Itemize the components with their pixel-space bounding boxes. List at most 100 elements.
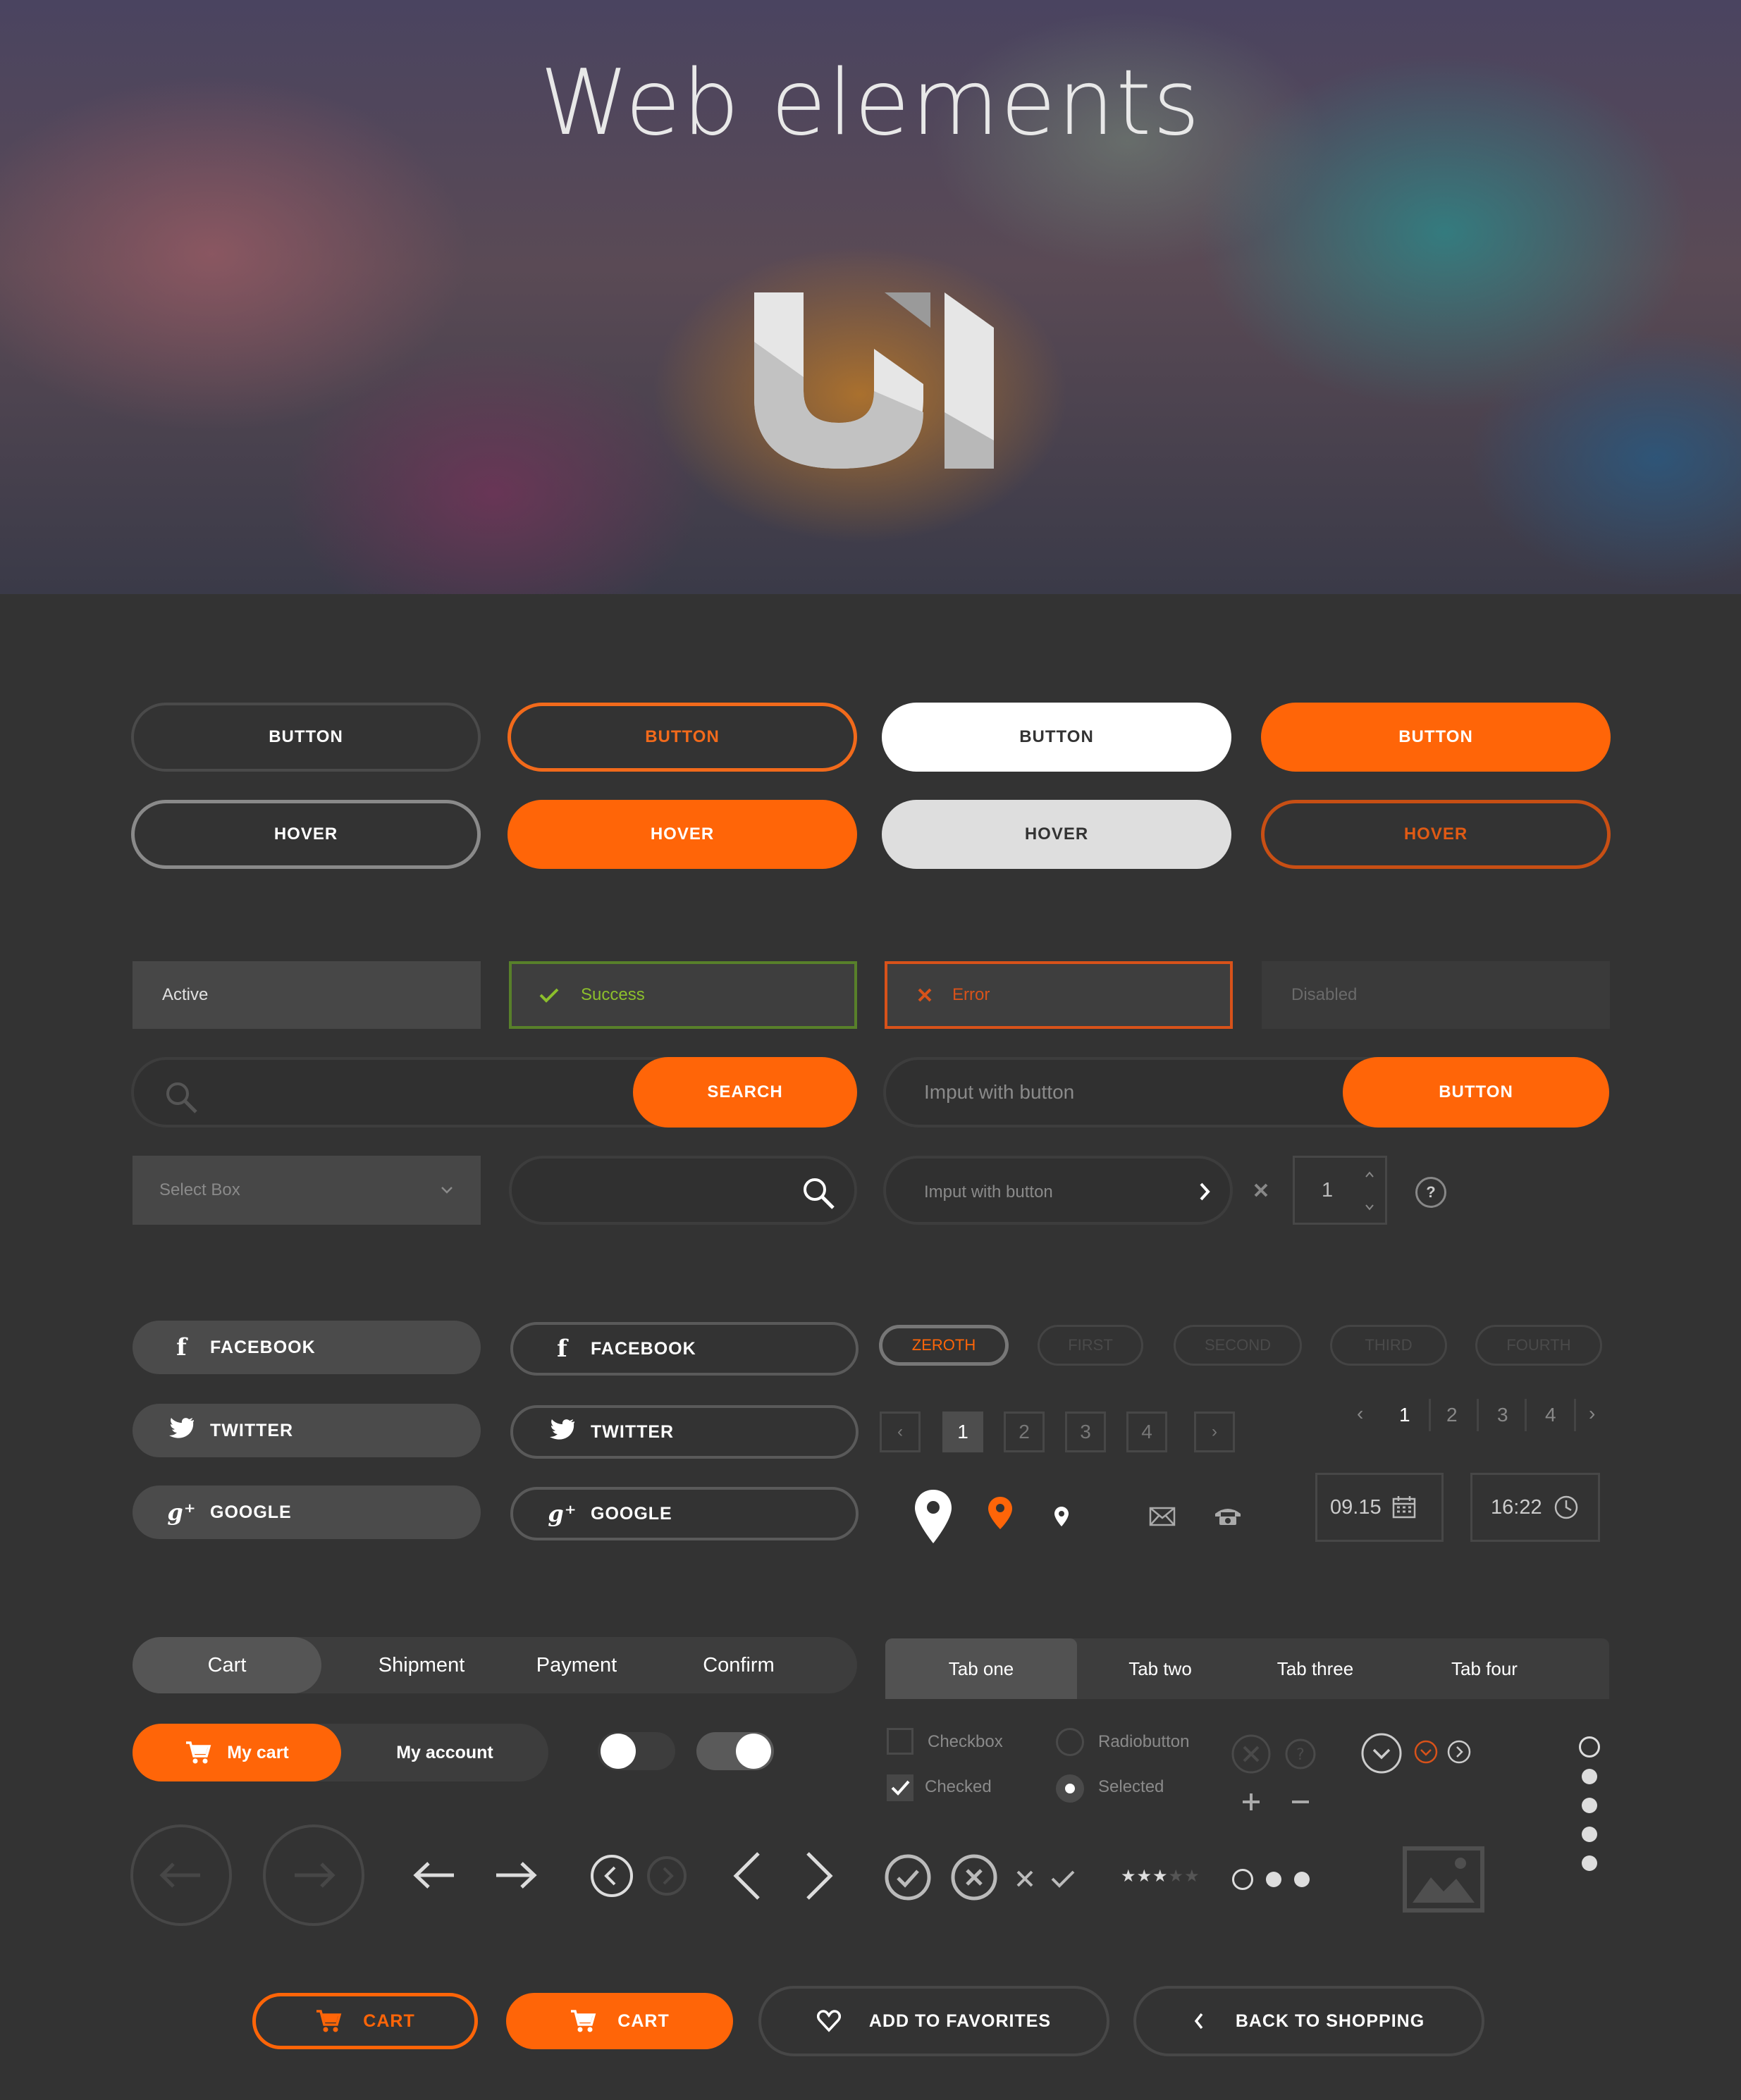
star-icon[interactable]: ★ — [1121, 1867, 1137, 1886]
my-cart-button[interactable]: My cart — [133, 1724, 341, 1781]
select-box[interactable]: Select Box — [133, 1156, 481, 1225]
facebook-button[interactable]: f FACEBOOK — [133, 1321, 481, 1374]
google-outline-button[interactable]: g⁺ GOOGLE — [510, 1487, 859, 1540]
radio-unselected[interactable] — [1056, 1728, 1084, 1756]
button-default[interactable]: BUTTON — [131, 703, 481, 772]
button-orange[interactable]: BUTTON — [1261, 703, 1611, 772]
carousel-dot[interactable] — [1266, 1872, 1281, 1887]
button-outline-orange[interactable]: BUTTON — [507, 703, 857, 772]
facebook-outline-button[interactable]: f FACEBOOK — [510, 1322, 859, 1376]
tab-two[interactable]: Tab two — [1090, 1638, 1231, 1699]
google-button[interactable]: g⁺ GOOGLE — [133, 1486, 481, 1539]
slide-dot[interactable] — [1582, 1827, 1597, 1842]
check-small-icon[interactable] — [1050, 1869, 1076, 1889]
button-white-hover[interactable]: HOVER — [882, 800, 1231, 869]
tab-three[interactable]: Tab three — [1252, 1638, 1379, 1699]
close-small-icon[interactable] — [1015, 1869, 1035, 1889]
chevron-down-small-icon[interactable] — [1413, 1739, 1439, 1765]
time-input[interactable]: 16:22 — [1470, 1473, 1600, 1542]
pager-page-3[interactable]: 3 — [1065, 1412, 1106, 1452]
slide-dot[interactable] — [1582, 1855, 1597, 1871]
input-success[interactable]: Success — [509, 961, 857, 1029]
input-error[interactable]: Error — [885, 961, 1233, 1029]
remove-circle-icon[interactable] — [1231, 1734, 1272, 1774]
pager-next[interactable]: › — [1194, 1412, 1235, 1452]
map-pin-small-icon[interactable] — [1053, 1505, 1070, 1528]
twitter-button[interactable]: TWITTER — [133, 1404, 481, 1457]
pager-plain-page-3[interactable]: 3 — [1497, 1404, 1508, 1426]
arrow-left-circle-icon[interactable] — [130, 1824, 233, 1927]
calendar-icon[interactable] — [1391, 1495, 1417, 1520]
clear-icon[interactable] — [1253, 1182, 1269, 1198]
step-zeroth[interactable]: ZEROTH — [879, 1325, 1009, 1366]
pager-page-1[interactable]: 1 — [942, 1412, 983, 1452]
checkbox-unchecked[interactable] — [887, 1728, 913, 1755]
pager-plain-page-2[interactable]: 2 — [1446, 1404, 1458, 1426]
star-icon[interactable]: ★ — [1184, 1867, 1200, 1886]
chevron-right-large-icon[interactable] — [804, 1851, 836, 1901]
plus-icon[interactable] — [1241, 1791, 1262, 1812]
slide-dot[interactable] — [1582, 1769, 1597, 1784]
chevron-right-icon[interactable] — [1198, 1181, 1212, 1202]
arrow-right-circle-icon[interactable] — [262, 1824, 365, 1927]
cart-outline-button[interactable]: CART — [252, 1993, 478, 2049]
chevron-right-circle-disabled-icon[interactable] — [646, 1855, 688, 1897]
star-rating[interactable]: ★★★★★ — [1121, 1866, 1200, 1886]
toggle-on[interactable] — [696, 1732, 774, 1770]
minus-icon[interactable] — [1290, 1791, 1311, 1812]
map-pin-orange-icon[interactable] — [987, 1495, 1014, 1531]
input-submit-button[interactable]: BUTTON — [1343, 1057, 1609, 1128]
checkbox-checked[interactable] — [887, 1774, 913, 1801]
step-third[interactable]: THIRD — [1330, 1325, 1447, 1366]
clock-icon[interactable] — [1554, 1495, 1579, 1520]
phone-icon[interactable] — [1214, 1507, 1242, 1526]
step-first[interactable]: FIRST — [1038, 1325, 1143, 1366]
tab-cart[interactable]: Cart — [133, 1637, 321, 1693]
back-to-shopping-button[interactable]: BACK TO SHOPPING — [1133, 1986, 1484, 2056]
button-default-hover[interactable]: HOVER — [131, 800, 481, 869]
arrow-left-icon[interactable] — [412, 1860, 457, 1890]
twitter-outline-button[interactable]: TWITTER — [510, 1405, 859, 1459]
search-button[interactable]: SEARCH — [633, 1057, 857, 1128]
chevron-left-large-icon[interactable] — [730, 1851, 763, 1901]
star-icon[interactable]: ★ — [1137, 1867, 1153, 1886]
check-circle-icon[interactable] — [884, 1853, 932, 1901]
tab-payment[interactable]: Payment — [527, 1637, 626, 1693]
star-icon[interactable]: ★ — [1152, 1867, 1169, 1886]
question-circle-icon[interactable]: ? — [1284, 1738, 1317, 1770]
number-spinner[interactable]: 1 — [1293, 1156, 1387, 1225]
radio-selected[interactable] — [1056, 1774, 1084, 1803]
pager-plain-prev[interactable]: ‹ — [1357, 1402, 1363, 1425]
step-second[interactable]: SECOND — [1174, 1325, 1302, 1366]
search-icon[interactable] — [801, 1175, 837, 1212]
pager-page-4[interactable]: 4 — [1126, 1412, 1167, 1452]
button-outline-orange-hover[interactable]: HOVER — [507, 800, 857, 869]
tab-shipment[interactable]: Shipment — [372, 1637, 471, 1693]
pager-plain-next[interactable]: › — [1589, 1402, 1595, 1425]
map-pin-large-icon[interactable] — [913, 1488, 953, 1545]
add-to-favorites-button[interactable]: ADD TO FAVORITES — [758, 1986, 1109, 2056]
tab-four[interactable]: Tab four — [1407, 1638, 1562, 1699]
chevron-down-circle-icon[interactable] — [1360, 1732, 1403, 1774]
date-input[interactable]: 09.15 — [1315, 1473, 1444, 1542]
pager-prev[interactable]: ‹ — [880, 1412, 921, 1452]
arrow-right-icon[interactable] — [493, 1860, 539, 1890]
close-circle-icon[interactable] — [950, 1853, 998, 1901]
pager-page-2[interactable]: 2 — [1004, 1412, 1045, 1452]
star-icon[interactable]: ★ — [1169, 1867, 1185, 1886]
button-white[interactable]: BUTTON — [882, 703, 1231, 772]
pager-plain-page-4[interactable]: 4 — [1545, 1404, 1556, 1426]
tab-confirm[interactable]: Confirm — [689, 1637, 788, 1693]
search-field-icon[interactable] — [509, 1156, 857, 1225]
input-with-arrow[interactable]: Imput with button — [883, 1156, 1233, 1225]
step-fourth[interactable]: FOURTH — [1475, 1325, 1602, 1366]
my-account-button[interactable]: My account — [341, 1724, 548, 1781]
help-icon[interactable]: ? — [1415, 1177, 1446, 1208]
pager-plain-page-1[interactable]: 1 — [1399, 1404, 1410, 1426]
carousel-dot-active[interactable] — [1232, 1869, 1253, 1890]
slide-dot[interactable] — [1582, 1798, 1597, 1813]
slide-dot-active[interactable] — [1579, 1736, 1600, 1758]
chevron-down-icon[interactable] — [1364, 1203, 1375, 1211]
mail-icon[interactable] — [1149, 1507, 1176, 1526]
toggle-off[interactable] — [598, 1732, 675, 1770]
